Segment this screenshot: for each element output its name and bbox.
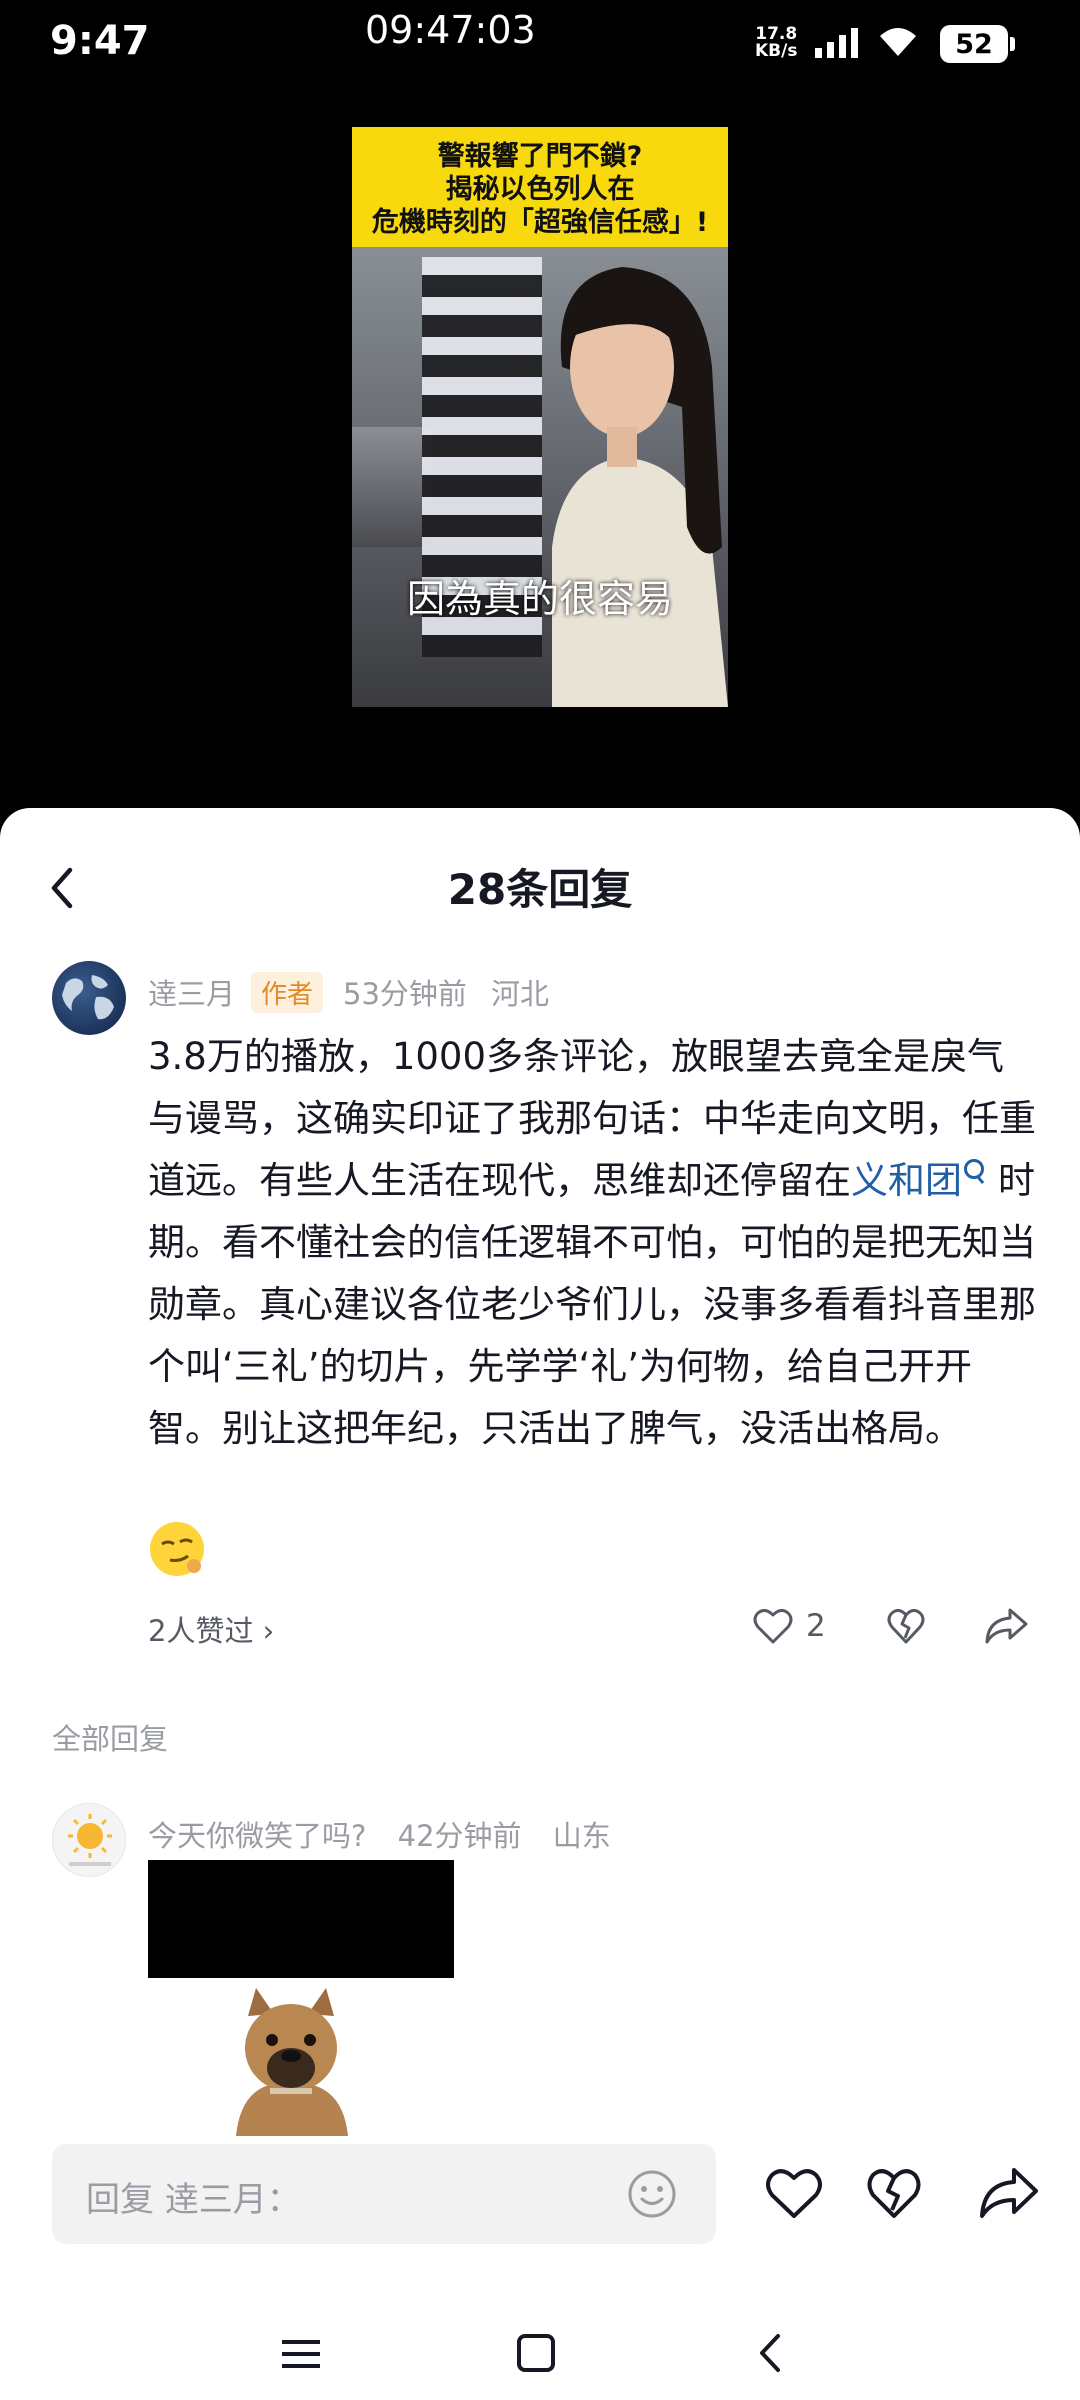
network-speed: 17.8 KB/s xyxy=(755,24,798,61)
video-title-banner: 警報響了門不鎖? 揭秘以色列人在 危機時刻的「超強信任感」! xyxy=(352,127,728,247)
globe-icon xyxy=(62,975,114,1020)
likers-link[interactable]: 2人赞过 › xyxy=(148,1608,274,1650)
broken-heart-icon[interactable] xyxy=(866,2166,922,2222)
reply-location: 山东 xyxy=(552,1819,611,1853)
comment-meta: 逹三月 作者 53分钟前 河北 xyxy=(148,971,549,1013)
sheet-title: 28条回复 xyxy=(447,865,633,914)
share-arrow-icon[interactable] xyxy=(978,2164,1040,2222)
back-icon[interactable] xyxy=(752,2330,788,2376)
reply-username[interactable]: 今天你微笑了吗? xyxy=(148,1819,366,1853)
reply-placeholder: 回复 逹三月： xyxy=(86,2180,301,2220)
comment-time: 53分钟前 xyxy=(343,977,467,1011)
replies-sheet: 28条回复 逹三月 作者 53分钟前 河北 3.8万的播放，1000多条评论，放… xyxy=(0,808,1080,2400)
sun-icon xyxy=(68,1814,112,1866)
floating-clock: 09:47:03 xyxy=(365,8,536,52)
home-icon[interactable] xyxy=(516,2332,556,2374)
like-count: 2 xyxy=(806,1608,826,1644)
avatar[interactable] xyxy=(52,1803,126,1877)
menu-icon[interactable] xyxy=(280,2334,322,2374)
search-icon xyxy=(964,1159,984,1179)
author-badge: 作者 xyxy=(251,971,324,1013)
signal-icon xyxy=(815,28,858,58)
comment-location: 河北 xyxy=(490,977,549,1011)
comment-username[interactable]: 逹三月 xyxy=(148,971,235,1013)
heart-icon[interactable] xyxy=(752,1606,794,1646)
reply-input[interactable]: 回复 逹三月： xyxy=(52,2144,716,2244)
woman-figure xyxy=(552,267,728,707)
wifi-icon xyxy=(880,28,916,56)
status-bar: 9:47 09:47:03 17.8 KB/s 52 xyxy=(0,0,1080,90)
all-replies-label: 全部回复 xyxy=(52,1722,169,1756)
store-shelf xyxy=(352,427,432,547)
broken-heart-icon[interactable] xyxy=(886,1606,926,1646)
video-subtitle: 因為真的很容易 xyxy=(406,577,673,621)
reply-meta: 今天你微笑了吗? 42分钟前 山东 xyxy=(148,1813,633,1855)
french-bulldog-sticker[interactable] xyxy=(226,1986,356,2136)
video-frame xyxy=(352,247,728,707)
comment-body[interactable]: 3.8万的播放，1000多条评论，放眼望去竟全是戾气与谩骂，这确实印证了我那句话… xyxy=(148,1026,1038,1460)
reply-time: 42分钟前 xyxy=(397,1819,522,1853)
smirk-emoji-icon xyxy=(150,1522,204,1576)
smile-icon[interactable] xyxy=(626,2168,678,2220)
search-link[interactable]: 义和团 xyxy=(851,1159,962,1202)
share-arrow-icon[interactable] xyxy=(984,1606,1028,1646)
status-time: 9:47 xyxy=(50,18,150,64)
battery-indicator: 52 xyxy=(940,25,1015,63)
avatar[interactable] xyxy=(52,961,126,1035)
heart-icon[interactable] xyxy=(764,2166,824,2222)
reply-image[interactable] xyxy=(148,1860,454,1978)
